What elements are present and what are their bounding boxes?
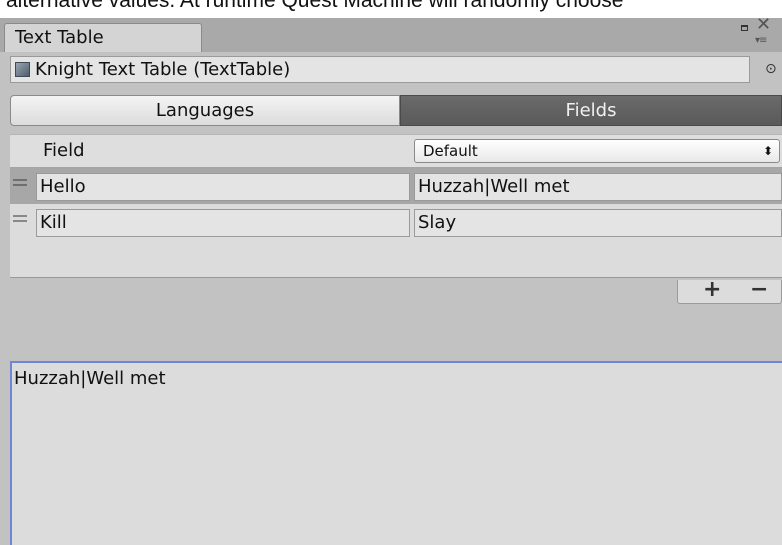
field-column-header: Field: [43, 140, 85, 161]
maximize-icon[interactable]: [741, 25, 748, 31]
tab-title: Text Table: [15, 27, 104, 48]
window-controls: ✕ ▾≡: [736, 15, 774, 48]
languages-tab-button[interactable]: Languages: [10, 95, 400, 126]
field-value-input[interactable]: Huzzah|Well met: [414, 173, 782, 201]
asset-field[interactable]: Knight Text Table (TextTable): [10, 56, 750, 83]
mode-toolbar: Languages Fields: [10, 95, 782, 126]
table-header: Field Default ⬍: [10, 134, 782, 168]
value-text-editor[interactable]: Huzzah|Well met: [10, 361, 782, 545]
asset-name: Knight Text Table (TextTable): [35, 59, 291, 80]
field-key-input[interactable]: Hello: [36, 173, 410, 201]
page-text-line: alternative values. At runtime Quest Mac…: [6, 0, 624, 12]
table-row[interactable]: Hello Huzzah|Well met: [10, 168, 782, 204]
tab-text-table[interactable]: Text Table: [4, 23, 202, 52]
drag-handle-icon[interactable]: [13, 179, 27, 186]
window-tab-bar: Text Table ✕ ▾≡: [0, 15, 782, 52]
remove-row-button[interactable]: −: [750, 277, 768, 302]
close-icon[interactable]: ✕: [756, 15, 771, 35]
add-row-button[interactable]: +: [703, 277, 721, 302]
fields-tab-button[interactable]: Fields: [400, 95, 782, 126]
menu-icon[interactable]: ▾≡: [755, 35, 767, 47]
drag-handle-icon[interactable]: [13, 215, 27, 222]
text-table-asset-icon: [15, 62, 30, 77]
text-table-window: Text Table ✕ ▾≡ Knight Text Table (TextT…: [0, 15, 782, 545]
language-selected: Default: [423, 142, 478, 160]
field-key-input[interactable]: Kill: [36, 209, 410, 237]
field-list: Hello Huzzah|Well met Kill Slay: [10, 168, 782, 278]
language-dropdown[interactable]: Default ⬍: [414, 139, 780, 163]
object-picker-icon[interactable]: ⊙: [765, 61, 777, 77]
field-value-input[interactable]: Slay: [414, 209, 782, 237]
table-row[interactable]: Kill Slay: [10, 204, 782, 240]
background-page-text: alternative values. At runtime Quest Mac…: [0, 0, 782, 18]
add-remove-footer: + −: [677, 277, 782, 304]
updown-arrows-icon: ⬍: [762, 144, 773, 158]
